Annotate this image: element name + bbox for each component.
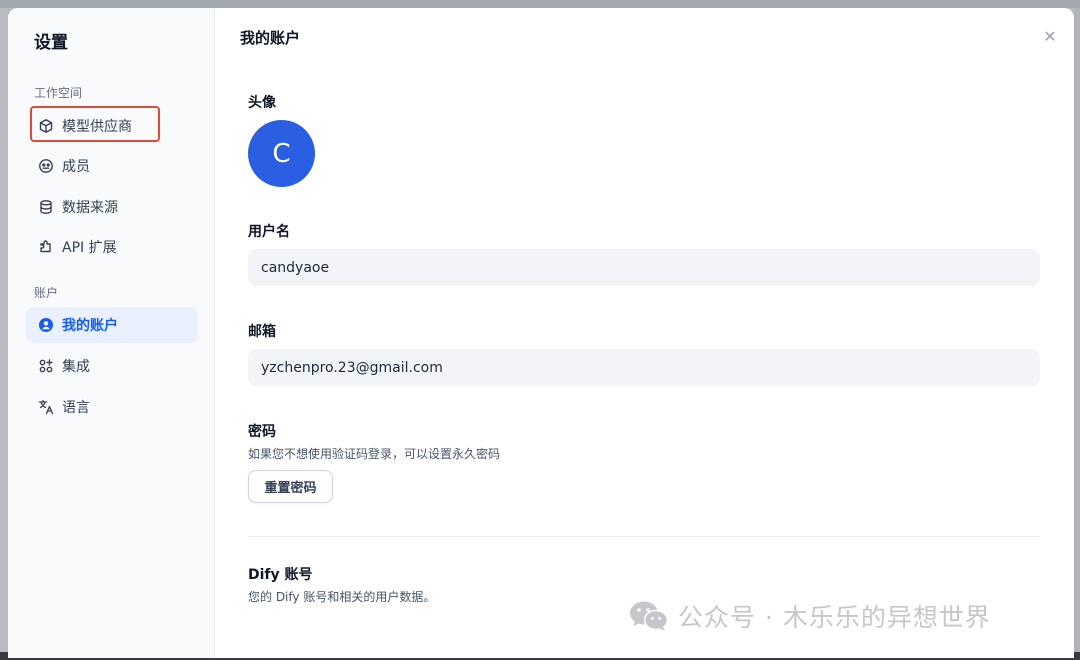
sidebar-item-integration[interactable]: 集成 bbox=[26, 348, 198, 384]
account-content: 我的账户 ✕ 头像 C 用户名 candyaoe 邮箱 yzchenpro.23… bbox=[215, 8, 1074, 658]
close-icon[interactable]: ✕ bbox=[1040, 26, 1060, 46]
sidebar-item-label: 语言 bbox=[62, 400, 90, 416]
sidebar-item-members[interactable]: 成员 bbox=[26, 148, 198, 184]
watermark-text: 公众号 · 木乐乐的异想世界 bbox=[678, 603, 991, 632]
username-field[interactable]: candyaoe bbox=[248, 249, 1040, 286]
sidebar-item-label: 成员 bbox=[62, 159, 90, 175]
sidebar-item-label: 模型供应商 bbox=[62, 119, 132, 135]
divider bbox=[248, 536, 1040, 537]
sidebar-item-label: 数据来源 bbox=[62, 200, 118, 216]
settings-sidebar: 设置 工作空间 模型供应商 成员 数据来源 API 扩展 账户 我的账户 集成 … bbox=[8, 8, 215, 658]
cube-icon bbox=[38, 118, 54, 134]
sidebar-item-label: API 扩展 bbox=[62, 240, 117, 256]
sidebar-item-model-provider[interactable]: 模型供应商 bbox=[26, 108, 198, 144]
watermark: 公众号 · 木乐乐的异想世界 bbox=[628, 598, 991, 634]
settings-modal: 设置 工作空间 模型供应商 成员 数据来源 API 扩展 账户 我的账户 集成 … bbox=[8, 8, 1074, 658]
puzzle-icon bbox=[38, 239, 54, 255]
avatar-label: 头像 bbox=[248, 95, 276, 111]
integration-icon bbox=[38, 358, 54, 374]
reset-password-button[interactable]: 重置密码 bbox=[248, 470, 333, 503]
sidebar-item-label: 集成 bbox=[62, 359, 90, 375]
sidebar-item-my-account[interactable]: 我的账户 bbox=[26, 307, 198, 343]
username-label: 用户名 bbox=[248, 224, 290, 240]
account-section-label: 账户 bbox=[34, 286, 59, 300]
password-help-text: 如果您不想使用验证码登录，可以设置永久密码 bbox=[248, 447, 501, 461]
database-icon bbox=[38, 199, 54, 215]
sidebar-item-data-source[interactable]: 数据来源 bbox=[26, 189, 198, 225]
translate-icon bbox=[38, 399, 54, 415]
sidebar-item-label: 我的账户 bbox=[62, 318, 118, 334]
sidebar-item-language[interactable]: 语言 bbox=[26, 389, 198, 425]
workspace-section-label: 工作空间 bbox=[34, 86, 83, 100]
sidebar-item-api-extension[interactable]: API 扩展 bbox=[26, 229, 198, 265]
dify-account-label: Dify 账号 bbox=[248, 567, 313, 583]
wechat-icon bbox=[630, 601, 669, 631]
dify-account-help-text: 您的 Dify 账号和相关的用户数据。 bbox=[248, 590, 436, 604]
members-icon bbox=[38, 158, 54, 174]
email-label: 邮箱 bbox=[248, 324, 276, 340]
sidebar-title: 设置 bbox=[34, 33, 68, 53]
avatar[interactable]: C bbox=[248, 120, 315, 187]
email-field[interactable]: yzchenpro.23@gmail.com bbox=[248, 349, 1040, 386]
page-title: 我的账户 bbox=[240, 29, 301, 47]
user-circle-icon bbox=[38, 317, 54, 333]
password-label: 密码 bbox=[248, 424, 276, 440]
